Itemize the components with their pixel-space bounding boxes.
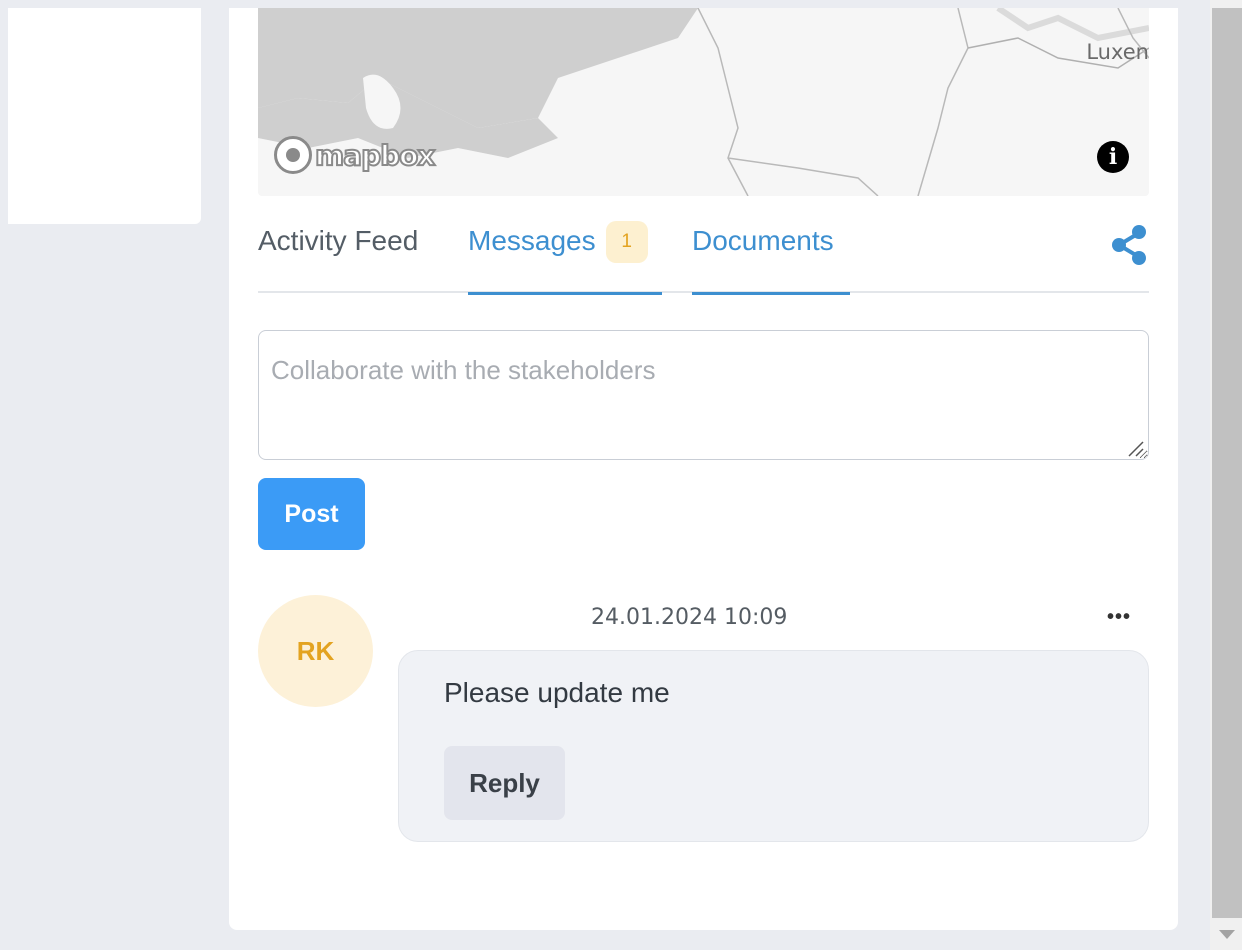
scrollbar[interactable] — [1210, 0, 1242, 950]
reply-button[interactable]: Reply — [444, 746, 565, 820]
more-icon[interactable]: ••• — [1107, 606, 1131, 629]
avatar: RK — [258, 595, 373, 707]
info-icon[interactable]: i — [1097, 141, 1129, 173]
resize-grip-icon[interactable] — [1125, 438, 1145, 458]
mapbox-logo-text: mapbox — [314, 138, 436, 173]
tab-activity-feed[interactable]: Activity Feed — [258, 213, 418, 295]
message-input[interactable] — [258, 330, 1149, 460]
tab-messages-label: Messages — [468, 225, 596, 256]
tab-activity-feed-label: Activity Feed — [258, 225, 419, 256]
message-timestamp: 24.01.2024 10:09 — [591, 605, 788, 630]
share-icon[interactable] — [1109, 223, 1149, 267]
mapbox-logo[interactable]: mapbox — [274, 136, 436, 174]
messages-count-badge: 1 — [605, 221, 648, 263]
scroll-down-arrow-icon[interactable] — [1219, 930, 1235, 939]
map-place-label: Luxen — [1086, 40, 1149, 64]
tab-documents[interactable]: Documents — [692, 213, 850, 295]
tab-documents-label: Documents — [692, 225, 834, 256]
tab-messages[interactable]: Messages 1 — [468, 213, 662, 295]
message-text: Please update me — [444, 677, 670, 708]
tab-bar: Activity Feed Messages 1 Documents — [258, 213, 1149, 295]
mapbox-logo-icon — [274, 136, 312, 174]
message-bubble: Please update me Reply — [398, 650, 1149, 842]
main-panel: Luxen mapbox i Activity Feed Messages 1 … — [229, 8, 1178, 930]
map[interactable]: Luxen mapbox i — [258, 8, 1149, 196]
left-panel — [8, 8, 201, 224]
scrollbar-thumb[interactable] — [1212, 8, 1242, 918]
post-button[interactable]: Post — [258, 478, 365, 550]
